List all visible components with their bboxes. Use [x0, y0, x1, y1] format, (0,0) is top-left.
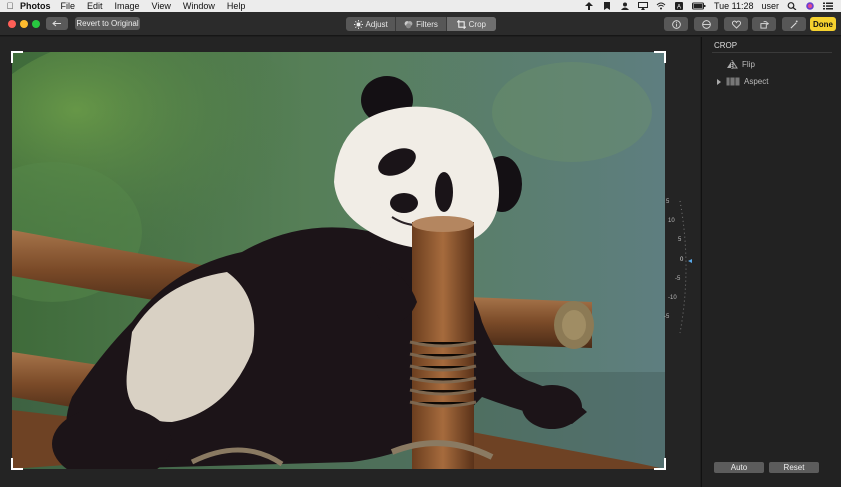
menu-edit[interactable]: Edit — [87, 1, 103, 11]
disclosure-triangle-icon[interactable] — [716, 78, 722, 85]
aspect-label: Aspect — [744, 77, 769, 86]
back-arrow-icon — [52, 20, 61, 27]
dial-tick-label: 0 — [680, 257, 684, 263]
airplay-icon[interactable] — [637, 2, 648, 10]
tab-filters[interactable]: Filters — [396, 17, 447, 31]
notification-center-icon[interactable] — [823, 2, 833, 10]
crop-handle-bottom-right[interactable] — [654, 458, 666, 470]
compare-button[interactable] — [694, 17, 718, 31]
tab-crop[interactable]: Crop — [446, 17, 496, 31]
flip-option[interactable]: Flip — [726, 60, 755, 69]
menu-window[interactable]: Window — [183, 1, 215, 11]
compare-icon — [701, 19, 711, 29]
crop-icon — [456, 19, 466, 29]
spotlight-search-icon[interactable] — [787, 2, 797, 10]
dial-tick-label: 5 — [678, 237, 682, 243]
photo-canvas: 5 10 5 0 -5 -10 -5 — [0, 37, 700, 487]
close-window-button[interactable] — [8, 20, 16, 28]
dial-tick-label: -5 — [664, 314, 670, 320]
sun-icon — [353, 19, 363, 29]
zoom-window-button[interactable] — [32, 20, 40, 28]
menu-help[interactable]: Help — [227, 1, 246, 11]
heart-icon — [731, 20, 741, 29]
menu-file[interactable]: File — [61, 1, 76, 11]
back-button[interactable] — [46, 17, 68, 30]
user-icon[interactable] — [620, 2, 630, 10]
crop-panel-header: CROP — [714, 41, 738, 50]
aspect-icon — [726, 77, 740, 86]
done-button[interactable]: Done — [810, 17, 836, 31]
dial-tick-label: -10 — [668, 295, 677, 301]
apple-menu-icon[interactable]:  — [0, 1, 20, 11]
tab-filters-label: Filters — [416, 19, 438, 29]
crop-handle-bottom-left[interactable] — [11, 458, 23, 470]
panda-photo[interactable] — [12, 52, 665, 469]
dial-tick-label: 5 — [666, 199, 670, 205]
menu-image[interactable]: Image — [115, 1, 140, 11]
menu-clock[interactable]: Tue 11:28 — [714, 1, 754, 11]
panda-image — [12, 52, 665, 469]
revert-to-original-button[interactable]: Revert to Original — [75, 17, 140, 30]
wifi-icon[interactable] — [656, 2, 666, 10]
flip-icon — [727, 60, 738, 69]
svg-text:A: A — [677, 5, 681, 11]
siri-icon[interactable] — [805, 2, 815, 10]
dial-tick-label: -5 — [675, 276, 681, 282]
bookmark-icon[interactable] — [602, 2, 612, 10]
dial-tick-label: 10 — [668, 218, 675, 224]
tab-crop-label: Crop — [468, 19, 486, 29]
crop-handle-top-right[interactable] — [654, 51, 666, 63]
favorite-button[interactable] — [724, 17, 748, 31]
enhance-button[interactable] — [782, 17, 806, 31]
menu-bar:  Photos File Edit Image View Window Hel… — [0, 0, 841, 12]
minimize-window-button[interactable] — [20, 20, 28, 28]
divider — [712, 52, 832, 53]
tab-adjust-label: Adjust — [365, 19, 388, 29]
auto-button[interactable]: Auto — [714, 462, 764, 473]
info-icon — [671, 19, 681, 29]
battery-icon[interactable] — [691, 2, 706, 10]
flip-label: Flip — [742, 60, 755, 69]
upload-icon[interactable] — [584, 2, 594, 10]
crop-sidebar: CROP Flip Aspect Auto Reset — [701, 37, 841, 487]
edit-mode-tabs: Adjust Filters Crop — [346, 17, 496, 31]
info-button[interactable] — [664, 17, 688, 31]
filter-circles-icon — [404, 20, 413, 28]
rotate-icon — [759, 20, 769, 29]
menu-user[interactable]: user — [761, 1, 779, 11]
input-source-icon[interactable]: A — [674, 2, 684, 10]
edit-toolbar: Revert to Original Adjust Filters Crop D… — [0, 12, 841, 36]
straighten-dial[interactable]: 5 10 5 0 -5 -10 -5 — [662, 197, 698, 337]
rotate-button[interactable] — [752, 17, 776, 31]
menu-view[interactable]: View — [152, 1, 171, 11]
magic-wand-icon — [790, 19, 798, 28]
tab-adjust[interactable]: Adjust — [346, 17, 397, 31]
reset-button[interactable]: Reset — [769, 462, 819, 473]
app-menu[interactable]: Photos — [20, 1, 51, 11]
aspect-option[interactable]: Aspect — [716, 77, 768, 86]
crop-handle-top-left[interactable] — [11, 51, 23, 63]
